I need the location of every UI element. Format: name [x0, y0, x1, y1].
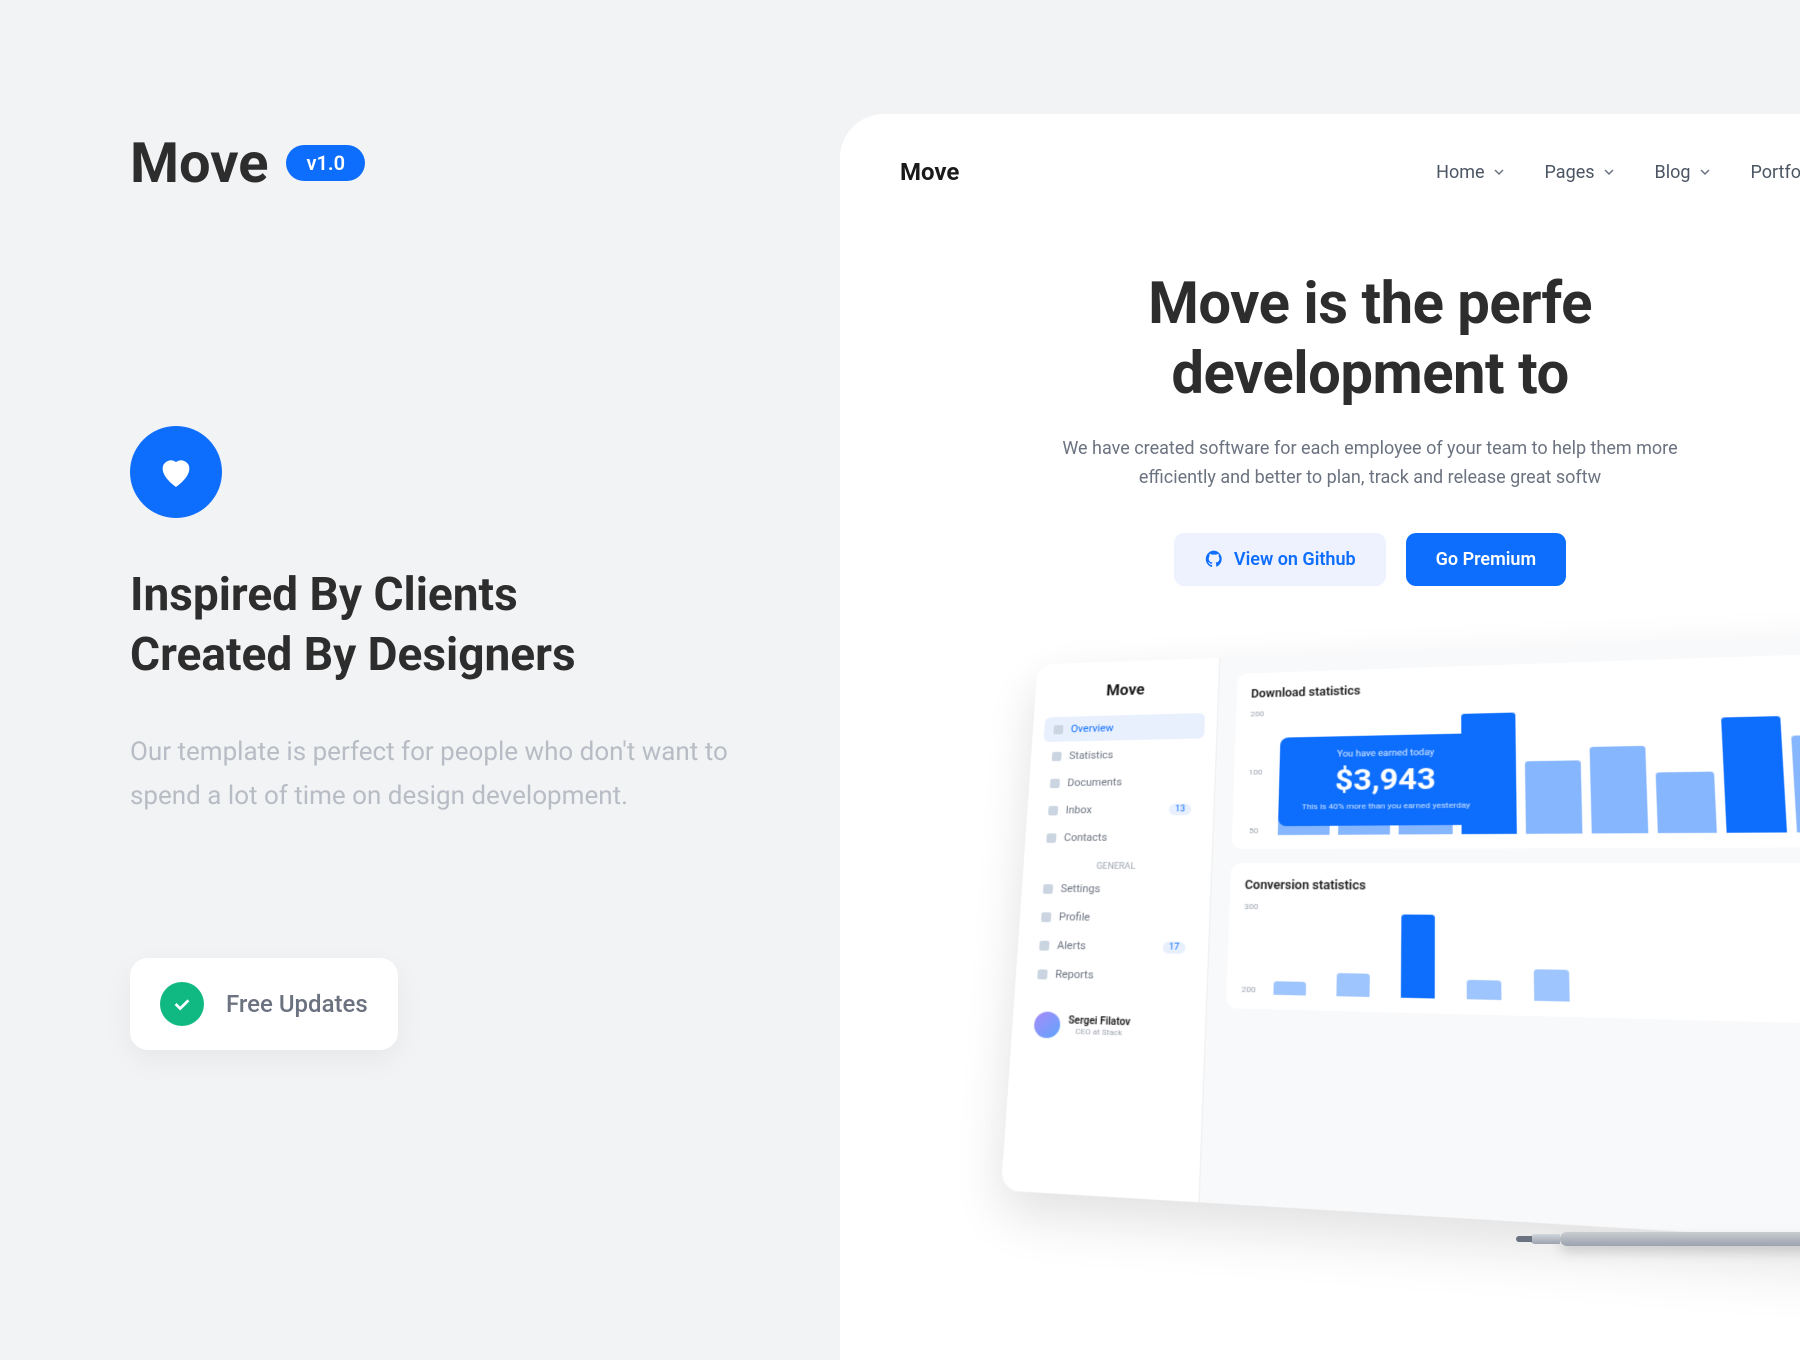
user-role: CEO at Stack [1068, 1026, 1131, 1037]
alerts-icon [1039, 940, 1049, 950]
sidebar-item-reports[interactable]: Reports [1027, 960, 1195, 991]
stylus-pen [1560, 1232, 1800, 1246]
chevron-down-icon [1699, 166, 1711, 178]
conversion-chart: 300 200 [1241, 902, 1800, 1012]
statistics-icon [1052, 751, 1062, 760]
nav-pages[interactable]: Pages [1545, 162, 1615, 183]
download-stats-card: Download statistics Month Day Hour 200 1… [1232, 647, 1800, 848]
sidebar-item-documents[interactable]: Documents [1040, 768, 1203, 796]
sidebar-item-inbox[interactable]: Inbox13 [1038, 795, 1202, 822]
github-icon [1204, 549, 1224, 569]
alerts-badge: 17 [1162, 941, 1185, 953]
headline: Inspired By Clients Created By Designers [130, 566, 770, 686]
view-github-button[interactable]: View on Github [1174, 533, 1386, 586]
logo: Move [130, 130, 268, 196]
sidebar-item-statistics[interactable]: Statistics [1042, 740, 1204, 768]
download-chart: 200 100 50 18 August 2020 Downloads 545 … [1246, 689, 1800, 835]
contacts-icon [1046, 833, 1056, 843]
subtext: Our template is perfect for people who d… [130, 730, 770, 818]
hero-subtitle: We have created software for each employ… [1050, 435, 1690, 493]
inbox-badge: 13 [1169, 803, 1192, 815]
nav-portfolio[interactable]: Portfolio [1751, 162, 1800, 183]
feature-label: Free Updates [226, 990, 368, 1018]
conversion-stats-card: Conversion statistics Week Day 1 hour 30… [1226, 863, 1800, 1029]
settings-icon [1043, 883, 1053, 893]
site-preview: Move Home Pages Blog Portfolio Move is t… [840, 114, 1800, 1360]
site-brand[interactable]: Move [900, 158, 959, 186]
nav-home[interactable]: Home [1436, 162, 1504, 183]
dashboard-mockup: Move Overview Statistics Documents Inbox… [1001, 628, 1800, 1257]
card-title: Download statistics [1251, 683, 1360, 700]
sidebar-item-settings[interactable]: Settings [1033, 875, 1199, 902]
earnings-highlight: You have earned today $3,943 This is 40%… [1278, 733, 1495, 827]
reports-icon [1037, 969, 1048, 979]
go-premium-button[interactable]: Go Premium [1406, 533, 1566, 586]
overview-icon [1053, 724, 1063, 733]
sidebar-user[interactable]: Sergei Filatov CEO at Stack [1023, 999, 1194, 1055]
nav-blog[interactable]: Blog [1655, 162, 1711, 183]
sidebar-item-profile[interactable]: Profile [1031, 903, 1198, 931]
hero-title: Move is the perfe development to [880, 270, 1800, 409]
sidebar-item-alerts[interactable]: Alerts17 [1029, 932, 1197, 961]
sidebar-item-overview[interactable]: Overview [1043, 713, 1205, 742]
chevron-down-icon [1493, 166, 1505, 178]
card-title: Conversion statistics [1245, 877, 1366, 892]
dash-brand: Move [1046, 673, 1207, 706]
check-icon [160, 982, 204, 1026]
documents-icon [1050, 778, 1060, 787]
chevron-down-icon [1603, 166, 1615, 178]
profile-icon [1041, 912, 1051, 922]
avatar [1033, 1011, 1061, 1038]
heart-icon [130, 426, 222, 518]
sidebar-section: General [1034, 852, 1199, 876]
feature-card: Free Updates [130, 958, 398, 1050]
sidebar-item-contacts[interactable]: Contacts [1036, 824, 1201, 851]
inbox-icon [1048, 805, 1058, 815]
version-badge: v1.0 [286, 145, 365, 181]
